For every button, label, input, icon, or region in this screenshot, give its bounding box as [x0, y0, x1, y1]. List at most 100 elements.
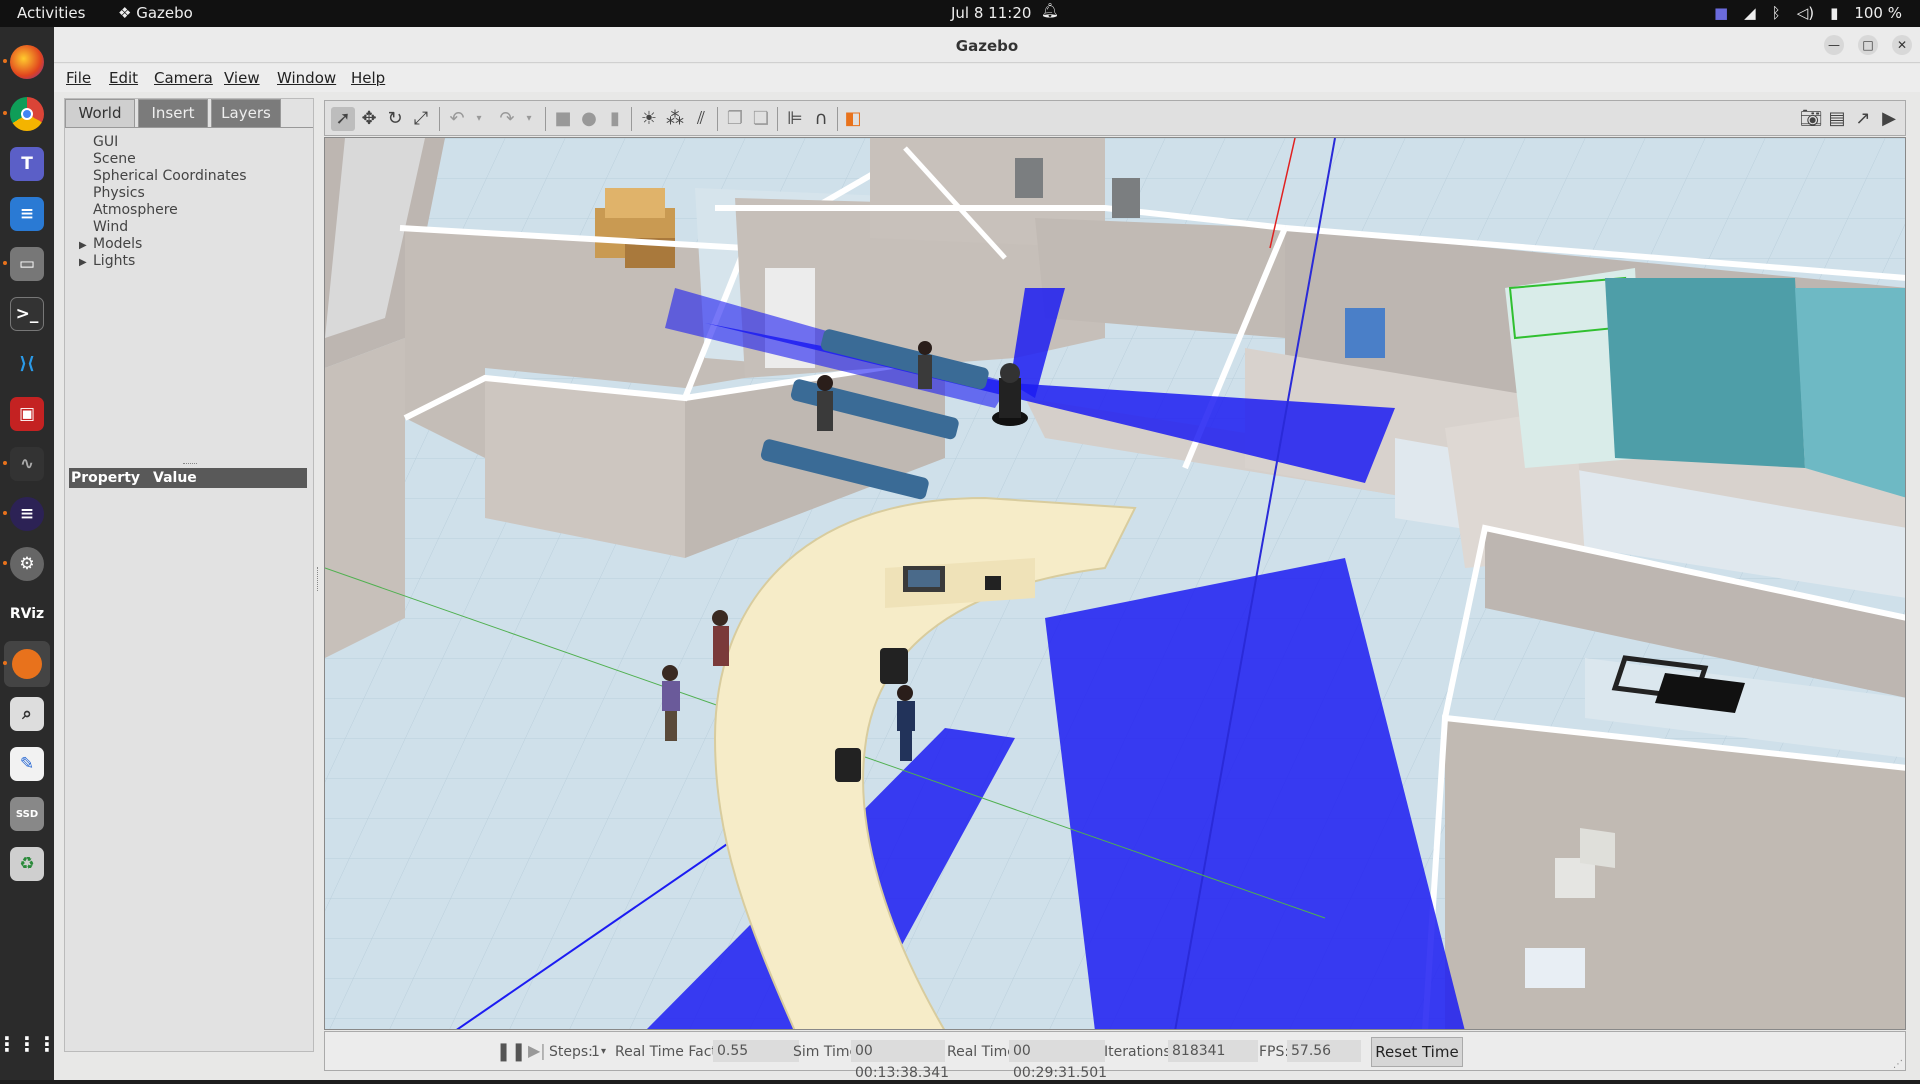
log-icon[interactable]: ▤	[1825, 107, 1849, 131]
tree-item-scene[interactable]: Scene	[65, 151, 313, 168]
tree-item-lights-label: Lights	[93, 253, 136, 269]
teams-icon[interactable]: T	[10, 147, 44, 181]
step-icon[interactable]: ▶|	[528, 1041, 546, 1060]
vscode-icon[interactable]: ⟩⟨	[10, 347, 44, 381]
rviz-icon[interactable]: RViz	[10, 597, 44, 631]
gazebo-app-icon: ❖	[118, 4, 137, 22]
search-icon[interactable]: ⌕	[10, 697, 44, 731]
change-view-angle-icon[interactable]: ◧	[841, 107, 865, 131]
minimize-button[interactable]: —	[1824, 35, 1844, 55]
video-record-icon[interactable]: ▶	[1877, 107, 1901, 131]
tree-item-physics[interactable]: Physics	[65, 185, 313, 202]
teams-tray-icon[interactable]: ■	[1714, 4, 1728, 22]
tree-item-atmosphere[interactable]: Atmosphere	[65, 202, 313, 219]
expand-arrow-icon[interactable]: ▶	[79, 237, 93, 254]
spot-light-icon[interactable]: ⁂	[663, 107, 687, 131]
firefox-icon[interactable]	[10, 45, 44, 79]
sim-time-value: 00 00:13:38.341	[851, 1040, 949, 1081]
tree-item-gui[interactable]: GUI	[65, 134, 313, 151]
menu-help[interactable]: Help	[351, 69, 385, 87]
maximize-button[interactable]: □	[1858, 35, 1878, 55]
select-mode-icon[interactable]: ➚	[331, 107, 355, 131]
rotate-mode-icon[interactable]: ↻	[383, 107, 407, 131]
resize-grip-icon[interactable]: ⋰	[1893, 1059, 1903, 1070]
clock[interactable]: Jul 8 11:20	[951, 4, 1031, 22]
redo-icon[interactable]: ↷	[495, 107, 519, 131]
align-icon[interactable]: ⊫	[783, 107, 807, 131]
curtain	[1605, 278, 1805, 468]
files-icon[interactable]: ▭	[10, 247, 44, 281]
person	[712, 610, 729, 666]
steps-label: Steps:	[549, 1044, 593, 1060]
panel-splitter[interactable]	[183, 463, 197, 465]
menu-edit[interactable]: Edit	[109, 69, 138, 87]
box	[1580, 828, 1615, 868]
reset-time-button[interactable]: Reset Time	[1371, 1037, 1463, 1067]
writer-icon[interactable]: ≡	[10, 197, 44, 231]
expand-arrow-icon[interactable]: ▶	[79, 254, 93, 271]
undo-icon[interactable]: ↶	[445, 107, 469, 131]
bluetooth-icon: ᛒ	[1771, 4, 1781, 22]
system-monitor-icon[interactable]: ∿	[10, 447, 44, 481]
apps-grid-icon[interactable]: ⋮⋮⋮	[0, 1027, 57, 1061]
activities-button[interactable]: Activities	[17, 4, 85, 22]
eclipse-icon[interactable]: ≡	[10, 497, 44, 531]
copy-icon[interactable]: ❐	[723, 107, 747, 131]
menu-camera[interactable]: Camera	[154, 69, 213, 87]
undo-history-icon[interactable]: ▾	[467, 107, 491, 131]
sphere-shape-icon[interactable]: ●	[577, 107, 601, 131]
3d-viewport[interactable]	[324, 137, 1906, 1030]
title-bar[interactable]: Gazebo — □ ✕	[54, 27, 1920, 63]
directional-light-icon[interactable]: ⫽	[689, 107, 713, 131]
curtain	[1795, 288, 1905, 498]
menu-view[interactable]: View	[224, 69, 260, 87]
close-button[interactable]: ✕	[1892, 35, 1912, 55]
ssd-icon[interactable]: SSD	[10, 797, 44, 831]
trash-icon[interactable]: ♻	[10, 847, 44, 881]
fps-label: FPS:	[1259, 1044, 1290, 1060]
scale-mode-icon[interactable]: ⤢	[409, 107, 433, 131]
settings-icon[interactable]: ⚙	[10, 547, 44, 581]
tree-item-spherical-coordinates[interactable]: Spherical Coordinates	[65, 168, 313, 185]
chrome-icon[interactable]	[10, 97, 44, 131]
terminal-icon[interactable]: >_	[10, 297, 44, 331]
paste-icon[interactable]: ❏	[749, 107, 773, 131]
simulation-status-bar: ❚❚ ▶| Steps: 1 ▾ Real Time Factor: 0.55 …	[324, 1031, 1906, 1081]
plot-icon[interactable]: ↗	[1851, 107, 1875, 131]
real-time-value: 00 00:29:31.501	[1009, 1040, 1107, 1081]
snap-icon[interactable]: ∩	[809, 107, 833, 131]
property-column-header: Property	[71, 470, 141, 486]
iterations-value: 818341	[1168, 1040, 1258, 1062]
pause-icon[interactable]: ❚❚	[496, 1041, 526, 1062]
person	[918, 341, 932, 389]
panel-resize-handle[interactable]	[317, 567, 320, 591]
point-light-icon[interactable]: ☀	[637, 107, 661, 131]
tree-item-wind[interactable]: Wind	[65, 219, 313, 236]
wall	[1445, 718, 1905, 1029]
redo-history-icon[interactable]: ▾	[517, 107, 541, 131]
active-app-menu[interactable]: ❖ Gazebo	[118, 4, 193, 22]
slides-icon[interactable]: ▣	[10, 397, 44, 431]
box-shape-icon[interactable]: ■	[551, 107, 575, 131]
text-editor-icon[interactable]: ✎	[10, 747, 44, 781]
tree-item-lights[interactable]: ▶ Lights	[65, 253, 313, 270]
steps-value[interactable]: 1	[591, 1044, 600, 1060]
tree-item-models[interactable]: ▶ Models	[65, 236, 313, 253]
tab-layers[interactable]: Layers	[211, 99, 281, 127]
menu-file[interactable]: File	[66, 69, 91, 87]
dispenser	[1345, 308, 1385, 358]
translate-mode-icon[interactable]: ✥	[357, 107, 381, 131]
cylinder-shape-icon[interactable]: ▮	[603, 107, 627, 131]
menu-window[interactable]: Window	[277, 69, 336, 87]
system-tray[interactable]: ■ ◢ ᛒ ◁) ▮ 100 %	[1714, 4, 1902, 22]
screenshot-icon[interactable]: 📷︎	[1799, 107, 1823, 131]
left-panel: World Insert Layers GUI Scene Spherical …	[64, 98, 314, 1052]
steps-dropdown-icon[interactable]: ▾	[601, 1046, 606, 1057]
gazebo-icon[interactable]	[4, 641, 50, 687]
notification-bell-icon[interactable]: 🔔︎	[1041, 3, 1059, 19]
system-top-bar: Activities ❖ Gazebo Jul 8 11:20 🔔︎ ■ ◢ ᛒ…	[0, 0, 1920, 27]
window	[1015, 158, 1043, 198]
tab-insert[interactable]: Insert	[138, 99, 208, 127]
tab-world[interactable]: World	[65, 99, 135, 127]
active-app-label: Gazebo	[136, 4, 193, 22]
